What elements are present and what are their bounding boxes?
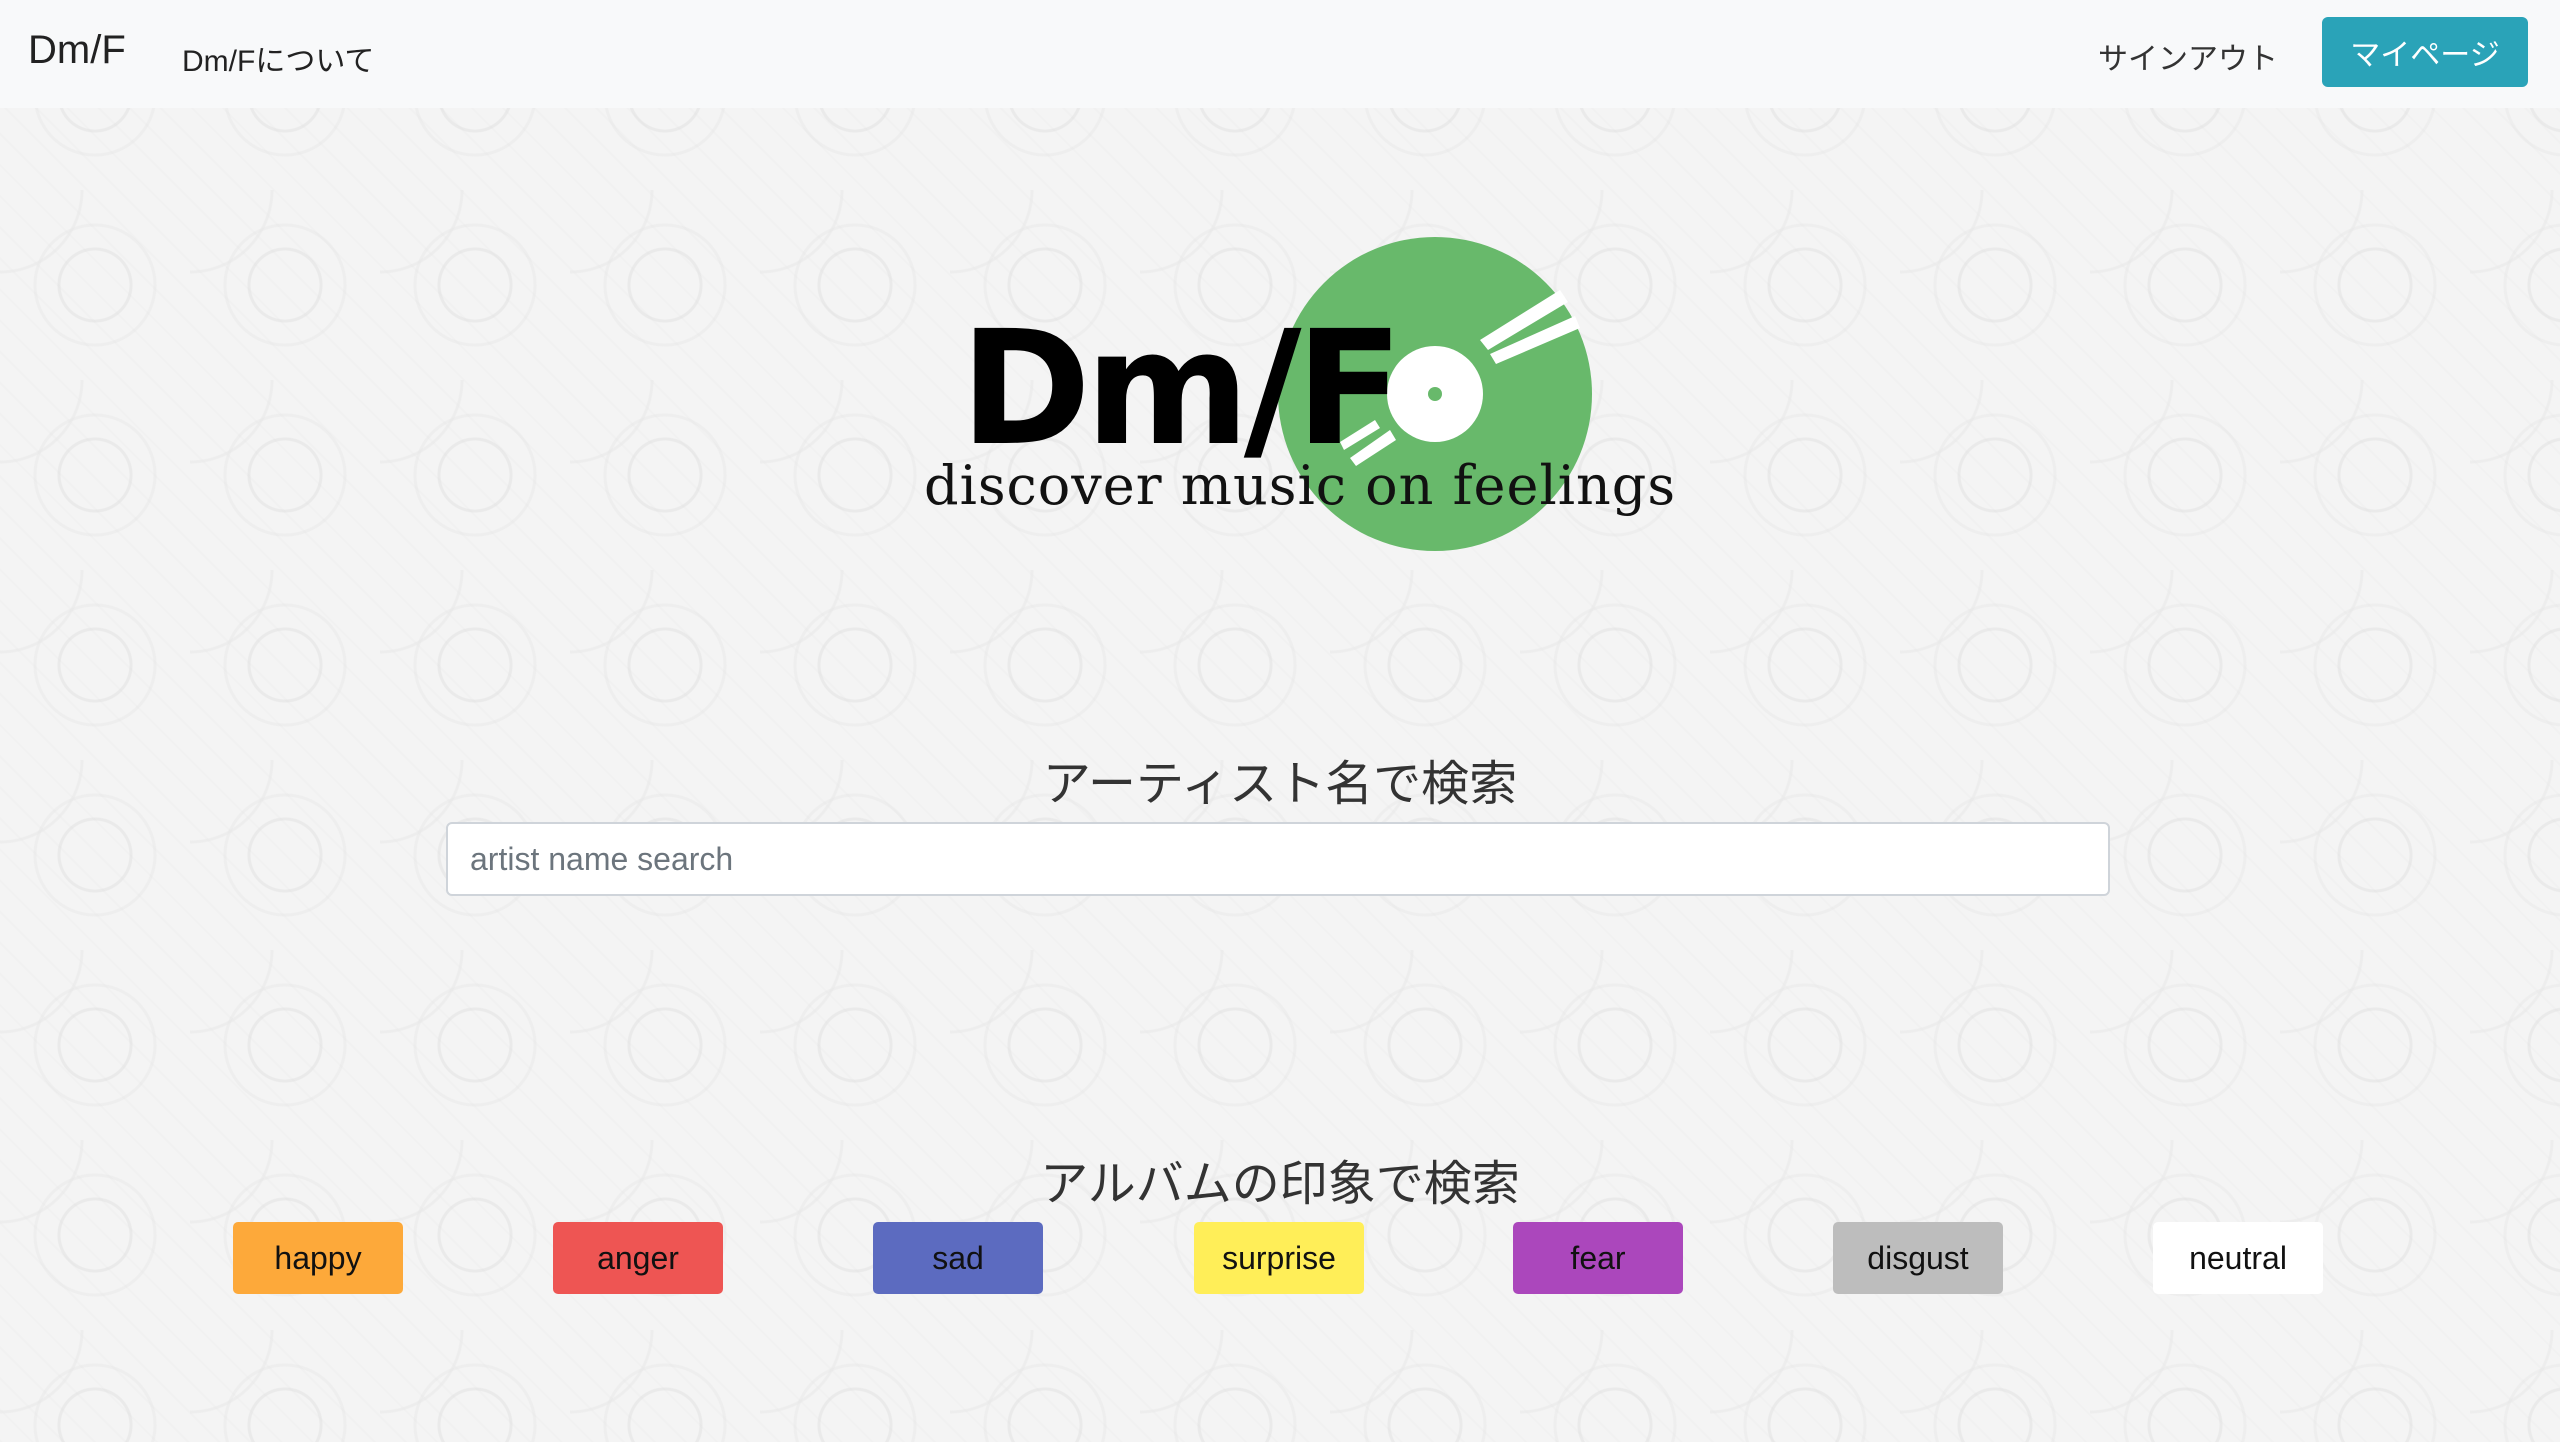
navbar: Dm/F Dm/Fについて サインアウト マイページ [0, 0, 2560, 108]
logo-tagline: discover music on feelings [924, 454, 1677, 517]
emotion-button-surprise[interactable]: surprise [1194, 1222, 1364, 1294]
brand-link[interactable]: Dm/F [28, 28, 126, 73]
emotion-button-sad[interactable]: sad [873, 1222, 1043, 1294]
emotion-button-row: happy anger sad surprise fear disgust ne… [0, 1222, 2560, 1294]
emotion-button-happy[interactable]: happy [233, 1222, 403, 1294]
emotion-button-fear[interactable]: fear [1513, 1222, 1683, 1294]
signout-link[interactable]: サインアウト [2098, 34, 2278, 78]
logo-wordmark: Dm/F [960, 297, 1403, 481]
artist-search-input[interactable] [446, 822, 2110, 896]
emotion-button-anger[interactable]: anger [553, 1222, 723, 1294]
mypage-button[interactable]: マイページ [2322, 17, 2528, 87]
album-search-heading: アルバムの印象で検索 [1040, 1158, 1520, 1211]
emotion-button-disgust[interactable]: disgust [1833, 1222, 2003, 1294]
logo: Dm/F discover music on feelings [920, 232, 1675, 562]
artist-search-heading: アーティスト名で検索 [1042, 758, 1518, 811]
emotion-button-neutral[interactable]: neutral [2153, 1222, 2323, 1294]
nav-about-link[interactable]: Dm/Fについて [182, 36, 374, 80]
